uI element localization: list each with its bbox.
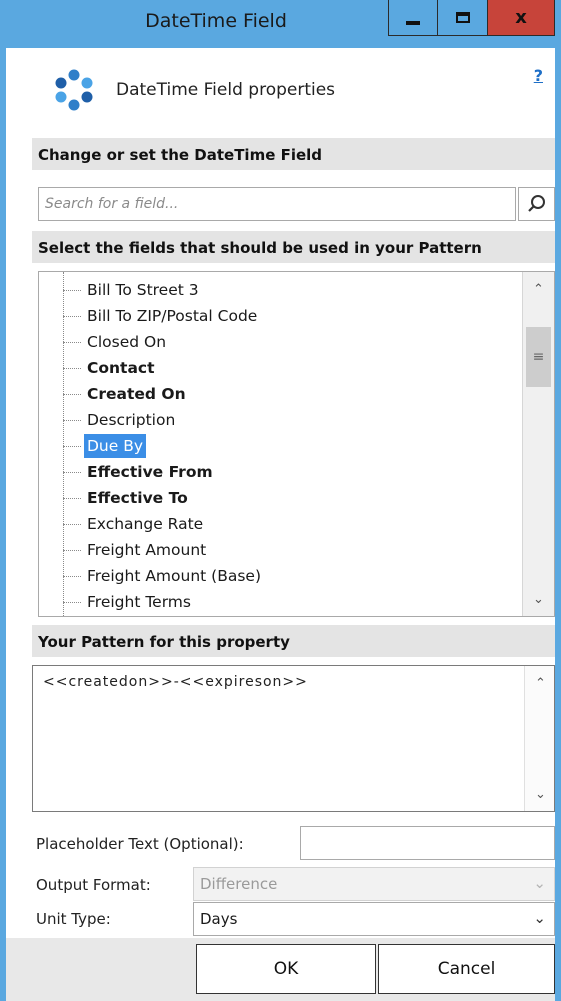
tree-item[interactable]: Effective To [63,486,191,510]
placeholder-text-input[interactable] [300,826,555,860]
maximize-button[interactable] [438,0,488,36]
pattern-scroll-up-icon[interactable]: ⌃ [525,668,556,698]
tree-item[interactable]: Closed On [63,330,169,354]
tree-item-label: Freight Amount (Base) [87,567,262,585]
help-link[interactable]: ? [534,66,543,85]
tree-item[interactable]: Bill To Street 3 [63,278,202,302]
tree-item[interactable]: Bill To ZIP/Postal Code [63,304,260,328]
tree-item-label: Exchange Rate [87,515,204,533]
scroll-up-icon[interactable]: ⌃ [523,274,554,304]
tree-item-label: Effective From [87,463,213,481]
tree-connector-dots [63,419,81,421]
output-format-value: Difference [200,875,278,893]
tree-item[interactable]: Created On [63,382,189,406]
close-button[interactable]: x [488,0,555,36]
unit-type-label: Unit Type: [36,910,111,928]
tree-item[interactable]: Description [63,408,178,432]
scroll-thumb[interactable]: ≡ [526,327,551,387]
field-search-box[interactable] [38,187,516,221]
minimize-icon [406,20,420,25]
field-tree[interactable]: Bill To Street 3 Bill To ZIP/Postal Code C… [38,271,555,617]
tree-item-label: Freight Amount [87,541,207,559]
search-input[interactable] [39,188,515,220]
tree-item[interactable]: Contact [63,356,158,380]
minimize-button[interactable] [388,0,438,36]
unit-type-chevron-down-icon[interactable]: ⌄ [533,909,546,927]
tree-item[interactable]: Freight Terms [63,590,194,614]
app-logo-icon [55,69,93,111]
dialog-header: DateTime Field properties ? [6,48,555,130]
output-format-label: Output Format: [36,876,151,894]
pattern-textarea[interactable]: <<createdon>>-<<expireson>> ⌃ ⌄ [32,665,555,812]
tree-item-label: Bill To Street 3 [87,281,199,299]
search-button[interactable] [518,187,555,221]
unit-type-value: Days [200,910,238,928]
tree-connector-dots [63,289,81,291]
tree-connector-dots [63,471,81,473]
datetime-field-heading: Change or set the DateTime Field [32,138,555,170]
title-bar[interactable]: DateTime Field x [6,0,555,48]
tree-connector-dots [63,341,81,343]
dialog-subtitle: DateTime Field properties [116,80,336,100]
tree-item-label: Created On [87,385,186,403]
tree-connector-dots [63,393,81,395]
close-icon: x [515,7,527,28]
tree-connector-dots [63,575,81,577]
tree-connector-dots [63,497,81,499]
tree-connector-dots [63,523,81,525]
pattern-value: <<createdon>>-<<expireson>> [43,674,308,690]
maximize-icon [455,12,470,23]
ok-button[interactable]: OK [196,944,376,994]
tree-item[interactable]: Effective From [63,460,216,484]
tree-connector-dots [63,367,81,369]
tree-item[interactable]: Freight Amount (Base) [63,564,264,588]
tree-connector-dots [63,601,81,603]
tree-item[interactable]: Exchange Rate [63,512,206,536]
search-icon [527,195,545,212]
tree-connector-dots [63,549,81,551]
tree-connector-dots [63,315,81,317]
tree-item-label: Bill To ZIP/Postal Code [87,307,258,325]
tree-scrollbar[interactable]: ⌃ ≡ ⌄ [522,272,554,616]
tree-item[interactable]: Due By [63,434,147,458]
window-title: DateTime Field [145,10,287,32]
tree-item-label: Contact [87,359,155,377]
dialog-footer: OK Cancel [6,938,555,1001]
output-format-chevron-down-icon: ⌄ [533,874,546,892]
tree-item-label: Description [87,411,176,429]
tree-item[interactable]: Freight Amount [63,538,209,562]
pattern-scroll-down-icon[interactable]: ⌄ [525,779,556,809]
placeholder-label: Placeholder Text (Optional): [36,835,244,853]
pattern-scrollbar[interactable]: ⌃ ⌄ [524,666,554,811]
tree-item-label: Due By [84,434,147,458]
output-format-select: Difference ⌄ [193,867,555,901]
tree-item-label: Freight Terms [87,593,191,611]
tree-connector-dots [63,445,81,447]
unit-type-select[interactable]: Days ⌄ [193,902,555,936]
dialog-window: DateTime Field x DateTime Field properti… [0,0,561,1001]
pattern-fields-heading: Select the fields that should be used in… [32,231,555,263]
cancel-button[interactable]: Cancel [378,944,555,994]
pattern-heading: Your Pattern for this property [32,625,555,657]
tree-item-label: Closed On [87,333,167,351]
scroll-down-icon[interactable]: ⌄ [523,584,554,614]
tree-item-label: Effective To [87,489,188,507]
